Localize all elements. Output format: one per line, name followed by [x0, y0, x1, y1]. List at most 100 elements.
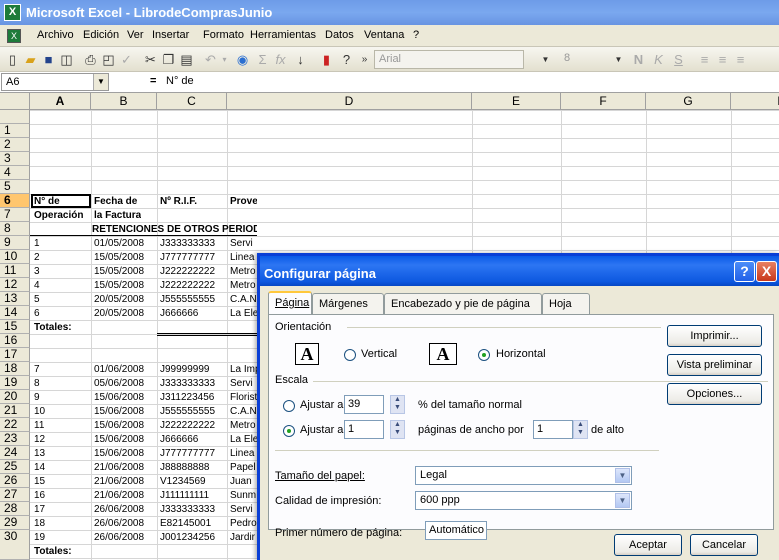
- table-cell[interactable]: Metro: [230, 419, 257, 433]
- table-cell[interactable]: Servi: [230, 503, 257, 517]
- table-cell[interactable]: 20/05/2008: [94, 307, 144, 321]
- menu-edicion[interactable]: Edición: [83, 29, 119, 41]
- cell-totales[interactable]: Totales:: [34, 321, 72, 335]
- table-cell[interactable]: La Ele: [230, 307, 257, 321]
- table-cell[interactable]: 4: [34, 279, 40, 293]
- cell-b7[interactable]: la Factura: [94, 209, 141, 223]
- table-cell[interactable]: J555555555: [160, 293, 215, 307]
- save-icon[interactable]: ■: [40, 51, 57, 68]
- table-cell[interactable]: La Ele: [230, 433, 257, 447]
- underline-button[interactable]: S: [670, 51, 687, 68]
- cut-icon[interactable]: ✂: [142, 51, 159, 68]
- row-header[interactable]: 30: [0, 530, 30, 560]
- ancho-input[interactable]: 1: [344, 420, 384, 439]
- tamano-select[interactable]: Legal ▼: [415, 466, 632, 485]
- table-cell[interactable]: 15/06/2008: [94, 405, 144, 419]
- menu-archivo[interactable]: Archivo: [37, 29, 74, 41]
- table-cell[interactable]: Pedro: [230, 517, 257, 531]
- table-cell[interactable]: Papel: [230, 461, 257, 475]
- tab-encabezado[interactable]: Encabezado y pie de página: [384, 293, 542, 314]
- menu-ver[interactable]: Ver: [127, 29, 144, 41]
- row-header[interactable]: 26: [0, 474, 30, 488]
- vista-preliminar-button[interactable]: Vista preliminar: [667, 354, 762, 376]
- table-cell[interactable]: V1234569: [160, 475, 206, 489]
- permission-icon[interactable]: ◫: [58, 51, 75, 68]
- close-button[interactable]: X: [756, 261, 777, 282]
- formula-input[interactable]: N° de: [166, 75, 194, 87]
- menu-help[interactable]: ?: [413, 29, 419, 41]
- row-header[interactable]: 4: [0, 166, 30, 180]
- menu-ventana[interactable]: Ventana: [364, 29, 404, 41]
- column-header[interactable]: A: [30, 93, 91, 110]
- table-cell[interactable]: Metro: [230, 279, 257, 293]
- table-cell[interactable]: E82145001: [160, 517, 211, 531]
- table-cell[interactable]: 15/06/2008: [94, 433, 144, 447]
- row-header[interactable]: 28: [0, 502, 30, 516]
- table-cell[interactable]: J311223456: [160, 391, 214, 405]
- ajustar-al-radio[interactable]: [283, 400, 295, 412]
- row-header[interactable]: 9: [0, 236, 30, 250]
- table-cell[interactable]: 12: [34, 433, 45, 447]
- table-cell[interactable]: J99999999: [160, 363, 210, 377]
- table-cell[interactable]: J777777777: [160, 447, 215, 461]
- row-header[interactable]: 3: [0, 152, 30, 166]
- size-dropdown-icon[interactable]: ▼: [610, 51, 627, 68]
- print-icon[interactable]: ⎙: [82, 51, 99, 68]
- cell-a6[interactable]: N° de: [34, 195, 60, 209]
- row-header[interactable]: 10: [0, 250, 30, 264]
- row-header[interactable]: 1: [0, 124, 30, 138]
- table-cell[interactable]: 1: [34, 237, 40, 251]
- ajustar-al-spinner[interactable]: ▲ ▼: [390, 395, 405, 414]
- table-cell[interactable]: J222222222: [160, 265, 215, 279]
- vertical-radio[interactable]: [344, 349, 356, 361]
- table-cell[interactable]: Linea: [230, 447, 257, 461]
- ancho-spinner[interactable]: ▲ ▼: [390, 420, 405, 439]
- cell-a7[interactable]: Operación: [34, 209, 83, 223]
- align-center-icon[interactable]: ≡: [714, 51, 731, 68]
- table-cell[interactable]: J777777777: [160, 251, 215, 265]
- table-cell[interactable]: J333333333: [160, 377, 215, 391]
- table-cell[interactable]: 21/06/2008: [94, 489, 144, 503]
- help-button[interactable]: ?: [734, 261, 755, 282]
- chevron-down-icon[interactable]: ▼: [615, 468, 630, 483]
- table-cell[interactable]: Servi: [230, 237, 257, 251]
- table-cell[interactable]: Metro: [230, 265, 257, 279]
- table-cell[interactable]: 21/06/2008: [94, 475, 144, 489]
- table-cell[interactable]: 18: [34, 517, 45, 531]
- row-header[interactable]: 12: [0, 278, 30, 292]
- row-header[interactable]: 6: [0, 194, 30, 208]
- cell-totales-2[interactable]: Totales:: [34, 545, 72, 559]
- calidad-select[interactable]: 600 ppp ▼: [415, 491, 632, 510]
- opciones-button[interactable]: Opciones...: [667, 383, 762, 405]
- row-header[interactable]: 22: [0, 418, 30, 432]
- table-cell[interactable]: 15/06/2008: [94, 447, 144, 461]
- table-cell[interactable]: 26/06/2008: [94, 531, 144, 545]
- new-icon[interactable]: ▯: [4, 51, 21, 68]
- horizontal-radio[interactable]: [478, 349, 490, 361]
- table-cell[interactable]: 5: [34, 293, 40, 307]
- cell-d6[interactable]: Prove: [230, 195, 257, 209]
- tab-pagina[interactable]: Página: [268, 291, 312, 315]
- column-header[interactable]: F: [561, 93, 646, 110]
- table-cell[interactable]: J001234256: [160, 531, 215, 545]
- table-cell[interactable]: 15: [34, 475, 45, 489]
- cancelar-button[interactable]: Cancelar: [690, 534, 758, 556]
- row-header[interactable]: 19: [0, 376, 30, 390]
- bold-button[interactable]: N: [630, 51, 647, 68]
- table-cell[interactable]: Florist: [230, 391, 257, 405]
- menu-insertar[interactable]: Insertar: [152, 29, 189, 41]
- row-header[interactable]: 8: [0, 222, 30, 236]
- alto-spinner[interactable]: ▲ ▼: [573, 420, 588, 439]
- table-cell[interactable]: Servi: [230, 377, 257, 391]
- table-cell[interactable]: 2: [34, 251, 40, 265]
- row-header[interactable]: 14: [0, 306, 30, 320]
- table-cell[interactable]: 14: [34, 461, 45, 475]
- row-header[interactable]: 2: [0, 138, 30, 152]
- function-icon[interactable]: fx: [272, 51, 289, 68]
- table-cell[interactable]: 7: [34, 363, 40, 377]
- table-cell[interactable]: Jardir: [230, 531, 257, 545]
- table-cell[interactable]: 6: [34, 307, 40, 321]
- table-cell[interactable]: J222222222: [160, 419, 215, 433]
- ajustar-a-radio[interactable]: [283, 425, 295, 437]
- table-cell[interactable]: 17: [34, 503, 45, 517]
